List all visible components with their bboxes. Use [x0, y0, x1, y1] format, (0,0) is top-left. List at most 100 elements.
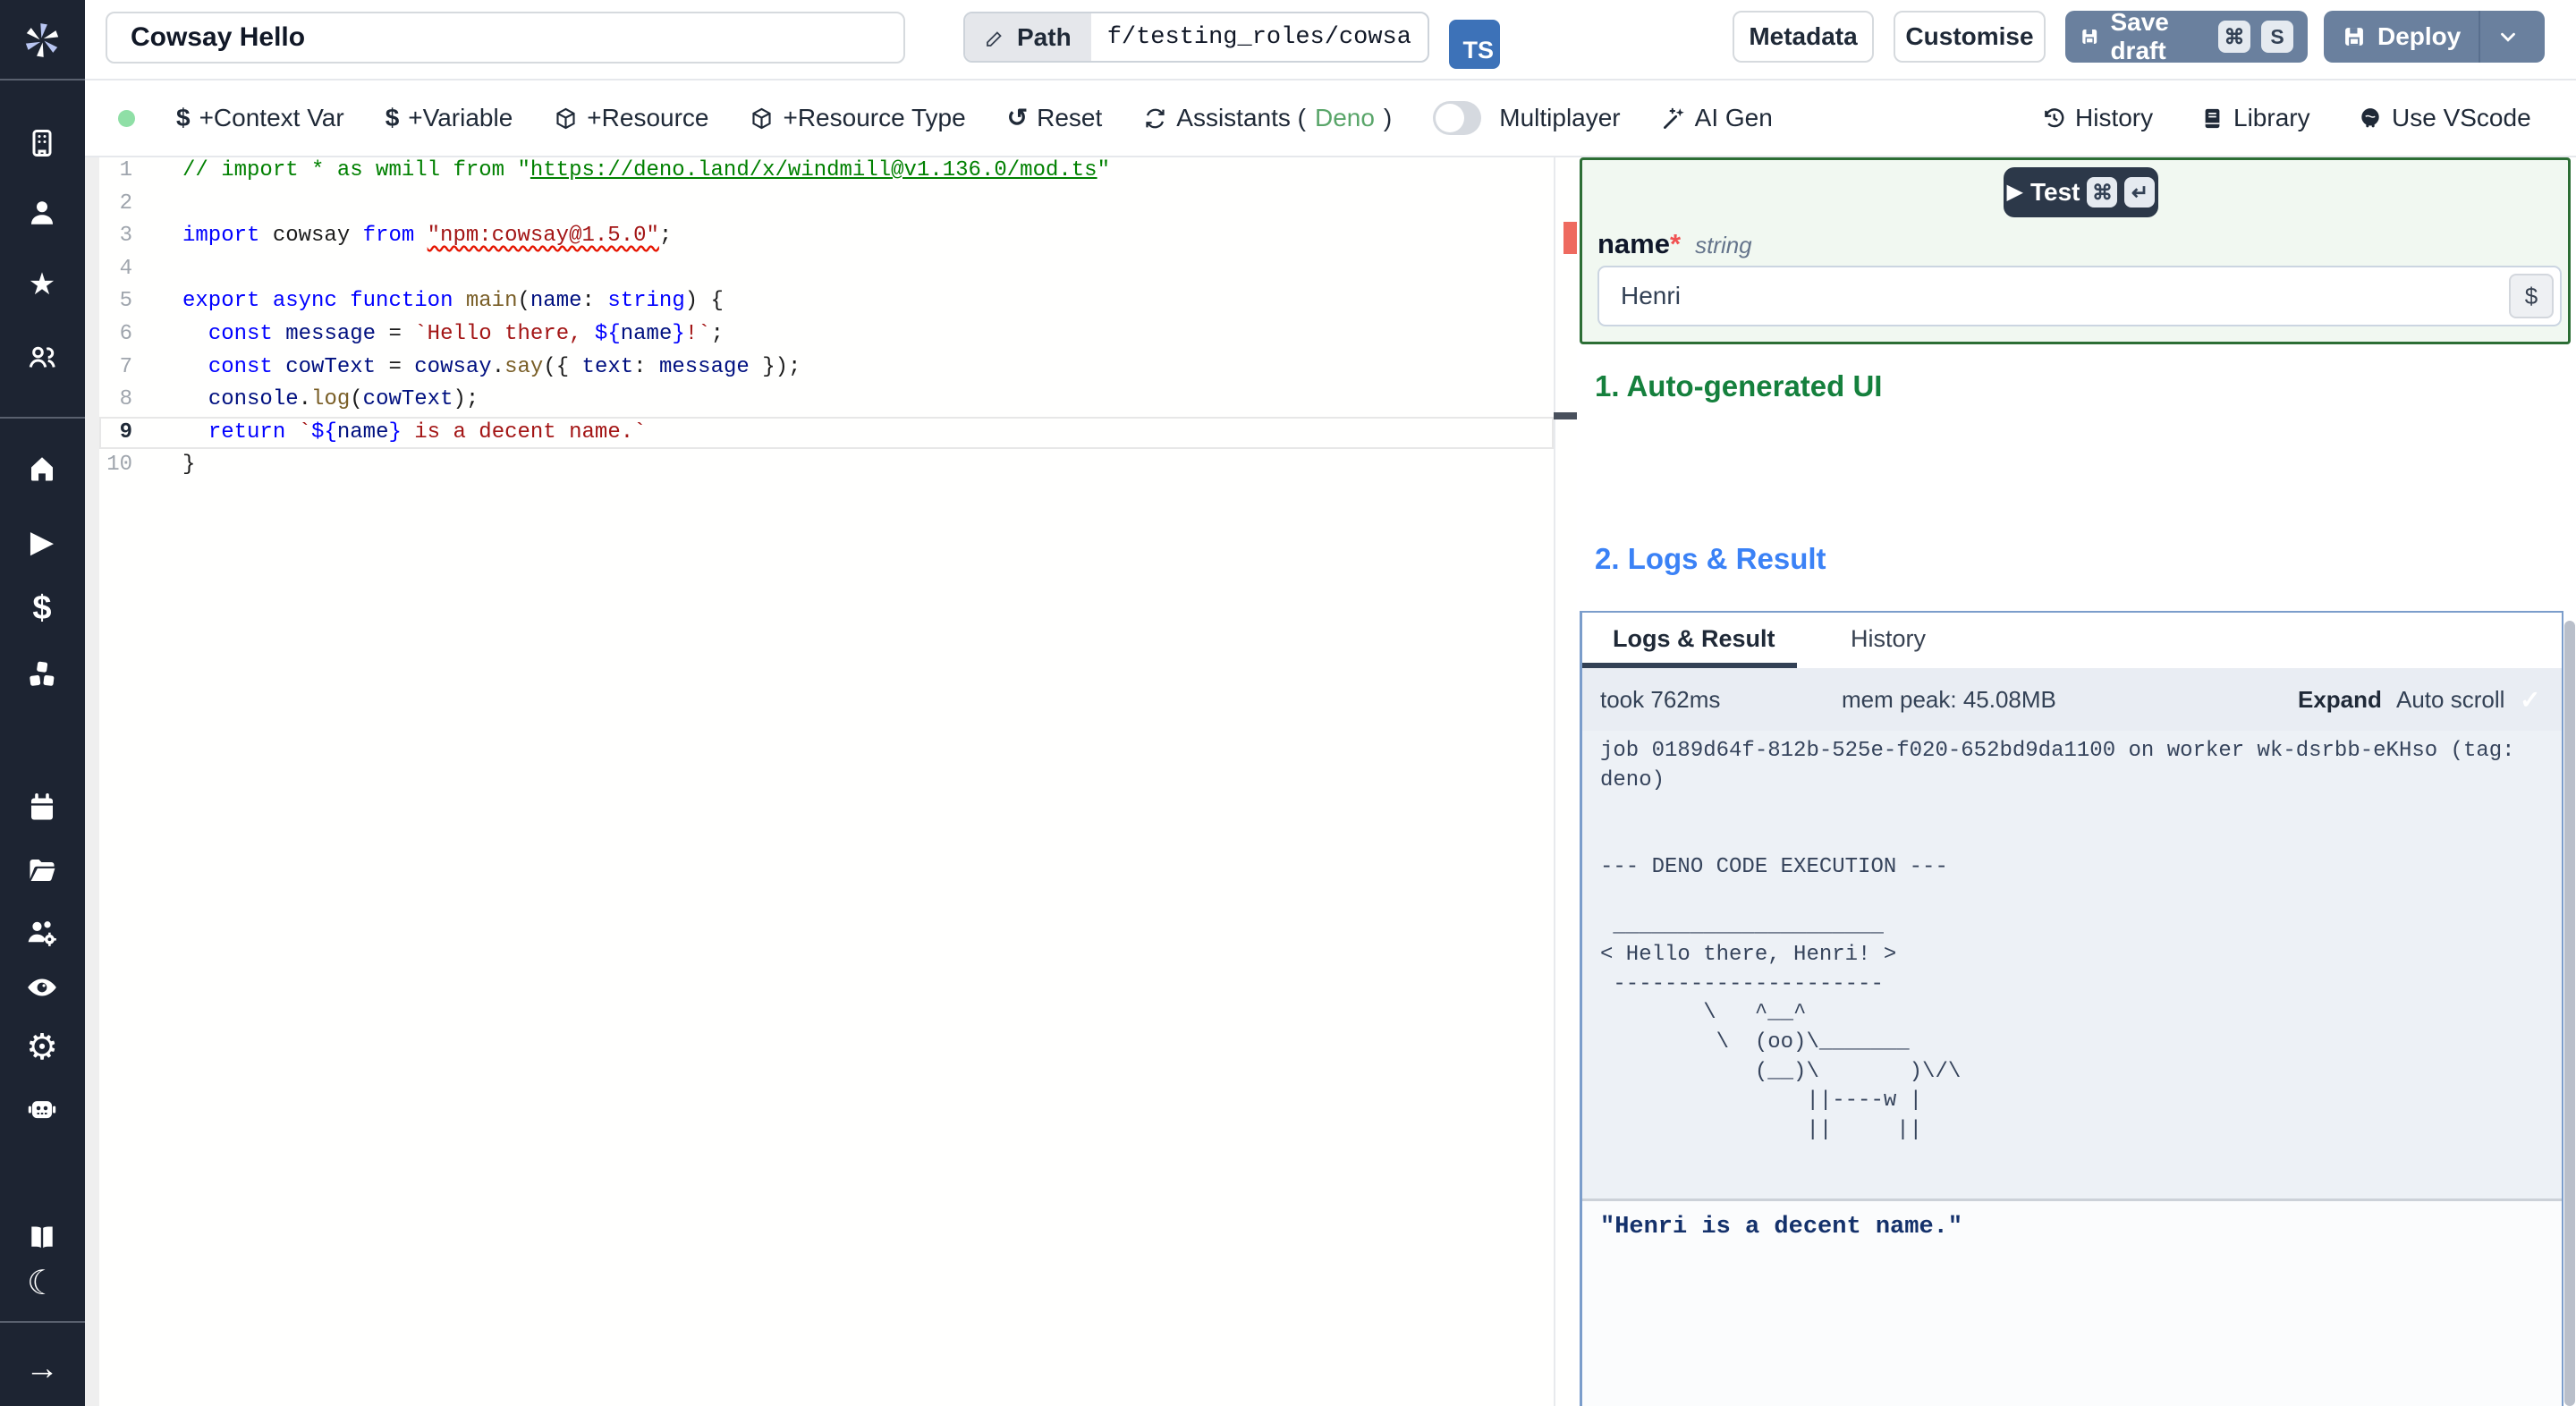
log-line: --- DENO CODE EXECUTION ---	[1600, 855, 1948, 880]
auto-generated-ui-box: ▶ Test ⌘ ↵ name* string Henri $	[1580, 157, 2571, 344]
save-icon	[2345, 28, 2363, 46]
variables-dollar-icon[interactable]: $	[24, 590, 60, 626]
panel-scrollbar[interactable]	[2564, 621, 2575, 1406]
user-icon[interactable]	[24, 195, 60, 231]
assistants-language: Deno	[1314, 104, 1375, 131]
code-line[interactable]: 1// import * as wmill from "https://deno…	[99, 155, 1554, 188]
code-line[interactable]: 4	[99, 253, 1554, 286]
editor-toolbar: $ +Context Var $ +Variable +Resource +Re…	[85, 80, 2576, 157]
folders-icon[interactable]	[24, 852, 60, 888]
result-output[interactable]: "Henri is a decent name."	[1582, 1201, 2562, 1406]
library-button[interactable]: Library	[2200, 80, 2310, 156]
name-input[interactable]: Henri $	[1597, 266, 2562, 326]
code-line[interactable]: 5 export async function main(name: string…	[99, 285, 1554, 318]
home-icon[interactable]	[24, 451, 60, 487]
workers-users-gear-icon[interactable]	[24, 915, 60, 951]
resources-cubes-icon[interactable]	[24, 657, 60, 693]
save-draft-button[interactable]: Save draft ⌘ S	[2065, 8, 2308, 64]
log-line: deno)	[1600, 767, 1665, 792]
windmill-script-editor: ★ ▶ $ ⚙ ☾ → Cowsay Hello Path f/testing_…	[0, 0, 2576, 1406]
script-title-input[interactable]: Cowsay Hello	[106, 12, 905, 64]
auto-scroll-check-icon[interactable]: ✓	[2520, 668, 2540, 731]
result-value: "Henri is a decent name."	[1600, 1214, 1963, 1241]
typescript-badge: TS	[1449, 20, 1500, 69]
code-line[interactable]: 10}	[99, 449, 1554, 482]
sidebar-divider	[0, 79, 85, 80]
log-output[interactable]: job 0189d64f-812b-525e-f020-652bd9da1100…	[1582, 731, 2562, 1198]
schedules-calendar-icon[interactable]	[24, 790, 60, 826]
code-line[interactable]: 7 const cowText = cowsay.say({ text: mes…	[99, 352, 1554, 385]
dark-mode-moon-icon[interactable]: ☾	[24, 1266, 60, 1301]
collapse-arrow-icon[interactable]: →	[24, 1351, 60, 1386]
run-status-row: took 762ms mem peak: 45.08MB Expand Auto…	[1582, 668, 2562, 731]
code-line[interactable]: 2	[99, 188, 1554, 221]
tab-history[interactable]: History	[1851, 613, 1926, 665]
windmill-logo[interactable]	[24, 22, 60, 58]
line-number: 5	[119, 289, 132, 314]
add-resource-type-button[interactable]: +Resource Type	[750, 104, 966, 132]
path-value[interactable]: f/testing_roles/cowsa	[1091, 13, 1428, 61]
code-lines[interactable]: 1// import * as wmill from "https://deno…	[99, 155, 1554, 482]
assistants-button[interactable]: Assistants (Deno)	[1143, 104, 1392, 132]
metadata-button[interactable]: Metadata	[1733, 11, 1874, 63]
use-vscode-button[interactable]: Use VScode	[2358, 80, 2531, 156]
code-line[interactable]: 6 const message = `Hello there, ${name}!…	[99, 318, 1554, 352]
reset-button[interactable]: ↺ Reset	[1007, 104, 1103, 132]
auto-scroll-label[interactable]: Auto scroll	[2396, 668, 2504, 731]
add-context-var-button[interactable]: $ +Context Var	[176, 104, 344, 132]
field-name-label: name	[1597, 228, 1670, 259]
field-type-label: string	[1695, 232, 1752, 258]
magic-wand-icon	[1663, 107, 1684, 129]
play-icon: ▶	[2006, 180, 2023, 204]
docs-book-icon[interactable]	[24, 1220, 60, 1256]
multiplayer-toggle[interactable]	[1433, 101, 1482, 135]
sidebar-divider	[0, 1321, 85, 1323]
dollar-icon: $	[176, 104, 191, 131]
error-marker	[1563, 222, 1577, 254]
mem-peak: mem peak: 45.08MB	[1842, 685, 2056, 713]
settings-gear-icon[interactable]: ⚙	[24, 1029, 60, 1065]
dollar-icon: $	[385, 104, 400, 131]
code-line[interactable]: 9 return `${name} is a decent name.`	[99, 417, 1554, 450]
customise-button[interactable]: Customise	[1894, 11, 2046, 63]
chevron-down-icon	[2501, 32, 2516, 42]
topbar: Cowsay Hello Path f/testing_roles/cowsa …	[85, 0, 2576, 80]
history-button[interactable]: History	[2041, 80, 2153, 156]
code-line[interactable]: 3 import cowsay from "npm:cowsay@1.5.0";	[99, 220, 1554, 253]
favorites-star-icon[interactable]: ★	[24, 267, 60, 302]
ai-gen-button[interactable]: AI Gen	[1662, 104, 1773, 132]
save-icon	[2082, 30, 2097, 44]
code-line[interactable]: 8 console.log(cowText);	[99, 384, 1554, 417]
logs-result-panel: Logs & Result History took 762ms mem pea…	[1580, 611, 2563, 1406]
required-asterisk: *	[1669, 228, 1682, 259]
deploy-dropdown[interactable]	[2480, 25, 2536, 48]
log-line: || ||	[1600, 1117, 1923, 1142]
line-number: 6	[119, 321, 132, 346]
line-number: 10	[106, 453, 132, 478]
package-icon	[556, 107, 575, 129]
ai-robot-icon[interactable]	[24, 1090, 60, 1126]
expand-button[interactable]: Expand	[2298, 668, 2382, 731]
history-icon	[2045, 108, 2064, 128]
log-line: ---------------------	[1600, 971, 1884, 996]
code-editor[interactable]: 1// import * as wmill from "https://deno…	[85, 157, 1577, 1406]
deploy-button[interactable]: Deploy	[2324, 11, 2545, 63]
path-button[interactable]: Path f/testing_roles/cowsa	[963, 12, 1429, 63]
vscode-icon	[2361, 108, 2379, 128]
add-variable-button[interactable]: $ +Variable	[386, 104, 513, 132]
runs-play-icon[interactable]: ▶	[24, 524, 60, 560]
line-number: 4	[119, 256, 132, 281]
workspace-building-icon[interactable]	[24, 125, 60, 161]
test-button[interactable]: ▶ Test ⌘ ↵	[2004, 167, 2158, 217]
cmd-key: ⌘	[2087, 177, 2118, 208]
groups-users-icon[interactable]	[24, 340, 60, 376]
cmd-key: ⌘	[2218, 21, 2250, 53]
insert-variable-button[interactable]: $	[2509, 274, 2554, 318]
tab-logs-result[interactable]: Logs & Result	[1613, 613, 1775, 665]
sidebar-divider	[0, 417, 85, 419]
add-resource-button[interactable]: +Resource	[554, 104, 708, 132]
audit-eye-icon[interactable]	[24, 970, 60, 1005]
